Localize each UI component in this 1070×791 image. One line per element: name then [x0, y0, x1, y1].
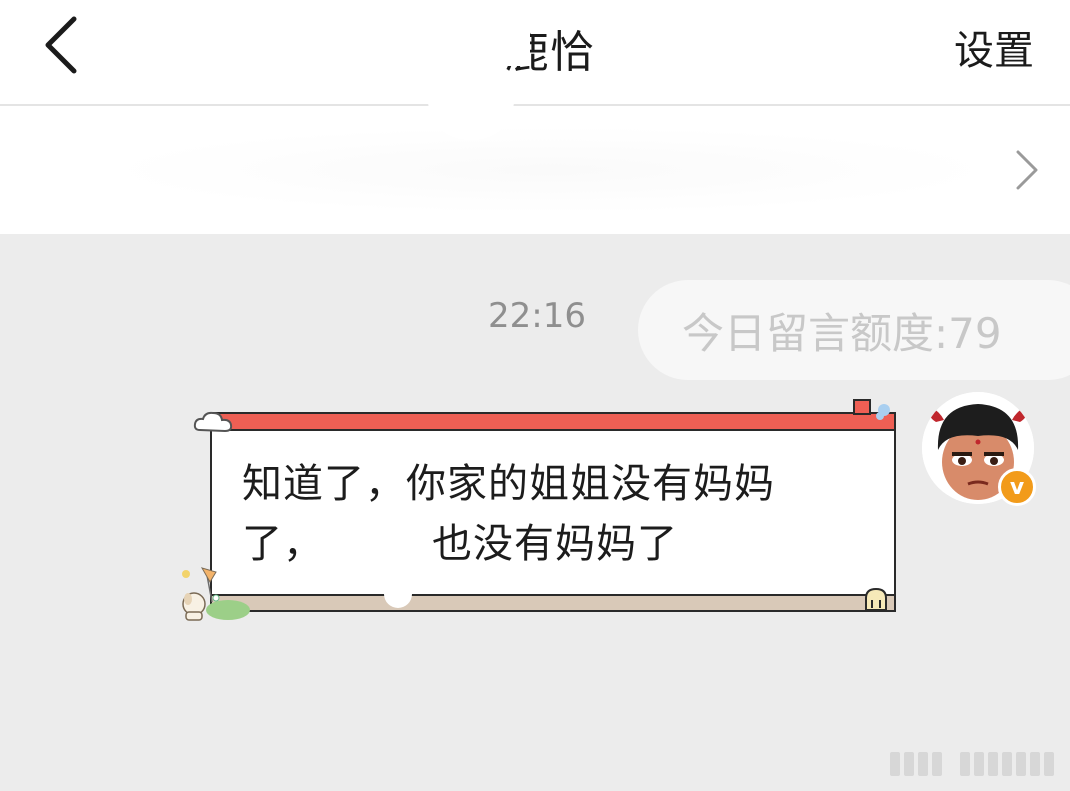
message-text: 知道了，你家的姐姐没有妈妈 了， 也没有妈妈了 — [242, 454, 862, 574]
redacted-title-part — [430, 12, 530, 66]
chevron-right-icon — [1016, 150, 1038, 190]
daily-quota-pill: 今日留言额度:79 — [638, 280, 1070, 380]
blurred-banner-content — [100, 126, 1000, 214]
back-button[interactable] — [30, 14, 90, 76]
cloud-icon — [193, 411, 233, 433]
message-line-1: 知道了，你家的姐姐没有妈妈 — [242, 461, 775, 507]
message-line-2: 了， 也没有妈妈了 — [242, 514, 862, 574]
lock-icon — [865, 587, 887, 611]
verified-badge-icon: v — [998, 468, 1036, 506]
top-bar: 鹿恰 设置 — [0, 0, 1070, 106]
message-bubble[interactable]: 知道了，你家的姐姐没有妈妈 了， 也没有妈妈了 — [210, 412, 896, 612]
bubble-top-bar — [212, 414, 894, 431]
message-timestamp: 22:16 — [488, 296, 586, 336]
settings-button[interactable]: 设置 — [954, 18, 1034, 76]
puppy-kite-icon — [182, 567, 250, 621]
back-chevron-icon — [45, 16, 77, 74]
watermark-icon — [890, 752, 1054, 776]
info-banner[interactable] — [0, 100, 1070, 234]
message-line-2-end: 也没有妈妈了 — [432, 521, 678, 567]
message-line-2-start: 了， — [242, 521, 324, 567]
bubble-bottom-bar — [212, 594, 894, 610]
ribbon-icon — [853, 399, 890, 420]
